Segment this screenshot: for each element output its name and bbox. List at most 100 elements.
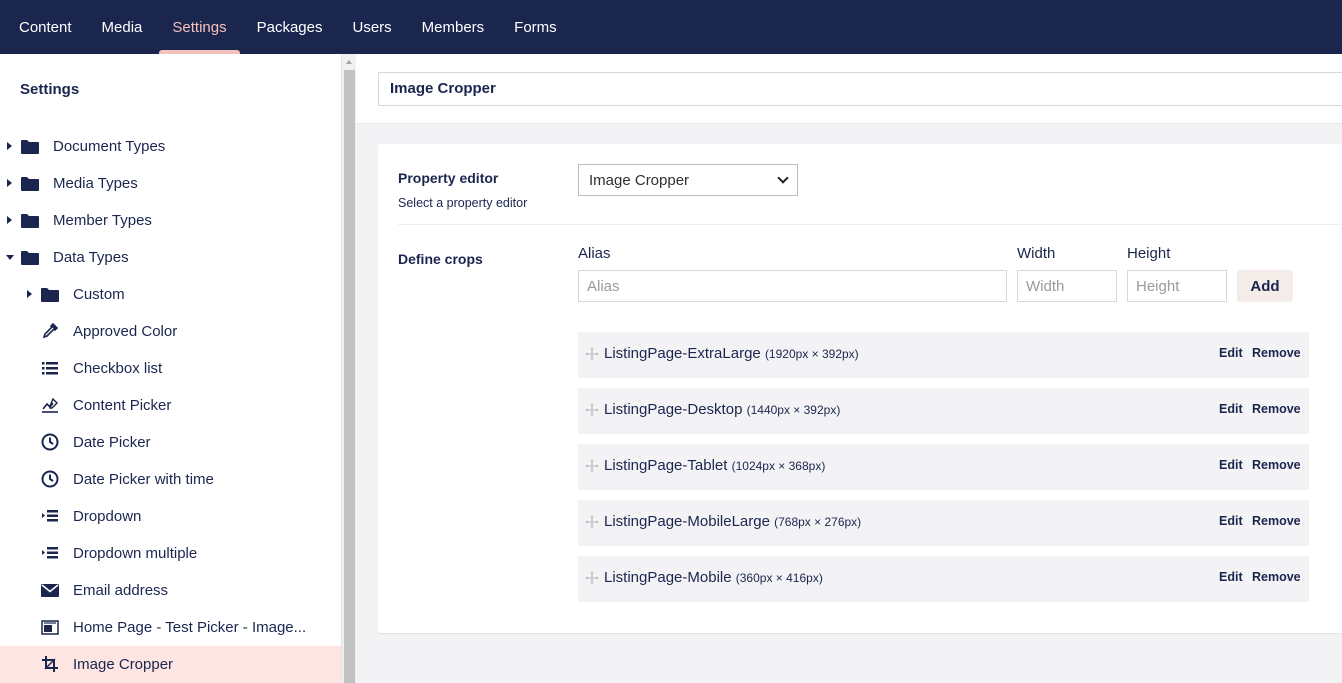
- define-crops-label: Define crops: [398, 251, 483, 267]
- drag-handle-icon[interactable]: [585, 515, 599, 529]
- scroll-up-arrow-icon[interactable]: [346, 60, 352, 64]
- content-picker-icon: [41, 397, 59, 413]
- tree-item-image-cropper[interactable]: Image Cropper: [0, 646, 341, 683]
- folder-icon: [41, 286, 59, 302]
- remove-crop-button[interactable]: Remove: [1252, 346, 1301, 360]
- crop-dimensions: (768px × 276px): [774, 515, 862, 529]
- top-navigation: Content Media Settings Packages Users Members…: [0, 0, 1342, 54]
- caret-right-icon[interactable]: [7, 142, 12, 150]
- remove-crop-button[interactable]: Remove: [1252, 570, 1301, 584]
- tree-item-dropdown-multiple[interactable]: Dropdown multiple: [0, 535, 341, 572]
- crop-row: ListingPage-MobileLarge (768px × 276px) …: [578, 500, 1309, 546]
- crop-name: ListingPage-Mobile (360px × 416px): [604, 569, 823, 586]
- crop-dimensions: (1440px × 392px): [746, 403, 841, 417]
- tab-settings[interactable]: Settings: [157, 0, 241, 54]
- clock-icon: [41, 470, 59, 488]
- property-editor-selected-value: Image Cropper: [589, 171, 690, 189]
- tree-item-checkbox-list[interactable]: Checkbox list: [0, 350, 341, 387]
- dropdown-icon: [41, 508, 59, 524]
- tree-item-dropdown[interactable]: Dropdown: [0, 498, 341, 535]
- sidebar: Settings Document Types Media Types Member…: [0, 54, 341, 683]
- tree-item-approved-color[interactable]: Approved Color: [0, 313, 341, 350]
- tree-item-member-types[interactable]: Member Types: [0, 202, 341, 239]
- folder-icon: [21, 175, 39, 191]
- settings-tree: Document Types Media Types Member Types Dat…: [0, 128, 341, 683]
- caret-right-icon[interactable]: [7, 216, 12, 224]
- tree-item-label: Image Cropper: [73, 656, 174, 673]
- tree-item-label: Date Picker: [73, 434, 151, 451]
- drag-handle-icon[interactable]: [585, 571, 599, 585]
- crop-alias: ListingPage-Tablet: [604, 457, 728, 474]
- media-picker-icon: [41, 619, 59, 635]
- remove-crop-button[interactable]: Remove: [1252, 458, 1301, 472]
- height-input[interactable]: [1127, 270, 1227, 302]
- alias-label: Alias: [578, 245, 611, 262]
- tree-item-content-picker[interactable]: Content Picker: [0, 387, 341, 424]
- crop-icon: [41, 656, 59, 672]
- property-editor-label: Property editor: [398, 170, 499, 186]
- tab-packages[interactable]: Packages: [242, 0, 338, 54]
- chevron-down-icon: [777, 172, 789, 184]
- edit-crop-button[interactable]: Edit: [1219, 458, 1243, 472]
- sidebar-scrollbar[interactable]: [341, 54, 356, 683]
- tree-item-document-types[interactable]: Document Types: [0, 128, 341, 165]
- crop-name: ListingPage-MobileLarge (768px × 276px): [604, 513, 861, 530]
- caret-right-icon[interactable]: [7, 179, 12, 187]
- crop-list: ListingPage-ExtraLarge (1920px × 392px) …: [578, 332, 1309, 612]
- section-tabs: Content Media Settings Packages Users Members…: [0, 0, 572, 54]
- remove-crop-button[interactable]: Remove: [1252, 514, 1301, 528]
- tab-users[interactable]: Users: [337, 0, 406, 54]
- height-label: Height: [1127, 245, 1171, 262]
- remove-crop-button[interactable]: Remove: [1252, 402, 1301, 416]
- crop-alias: ListingPage-MobileLarge: [604, 513, 770, 530]
- tree-item-label: Member Types: [53, 212, 152, 229]
- tree-item-label: Home Page - Test Picker - Image...: [73, 619, 307, 636]
- add-crop-button[interactable]: Add: [1237, 270, 1293, 302]
- sidebar-title: Settings: [20, 81, 80, 98]
- tree-item-custom[interactable]: Custom: [0, 276, 341, 313]
- tab-forms[interactable]: Forms: [499, 0, 572, 54]
- crop-name: ListingPage-Desktop (1440px × 392px): [604, 401, 840, 418]
- edit-crop-button[interactable]: Edit: [1219, 570, 1243, 584]
- tree-item-home-page-test-picker-image[interactable]: Home Page - Test Picker - Image...: [0, 609, 341, 646]
- property-editor-select[interactable]: Image Cropper: [578, 164, 798, 196]
- caret-right-icon[interactable]: [27, 290, 32, 298]
- crop-name: ListingPage-ExtraLarge (1920px × 392px): [604, 345, 859, 362]
- crop-row: ListingPage-ExtraLarge (1920px × 392px) …: [578, 332, 1309, 378]
- caret-down-icon[interactable]: [6, 255, 14, 260]
- tab-media[interactable]: Media: [87, 0, 158, 54]
- editor-panel: Property editor Select a property editor…: [378, 144, 1342, 633]
- edit-crop-button[interactable]: Edit: [1219, 514, 1243, 528]
- tree-item-label: Custom: [73, 286, 125, 303]
- folder-icon: [21, 212, 39, 228]
- crop-row: ListingPage-Desktop (1440px × 392px) Edi…: [578, 388, 1309, 434]
- tab-members[interactable]: Members: [407, 0, 500, 54]
- tree-item-media-types[interactable]: Media Types: [0, 165, 341, 202]
- data-type-name-input[interactable]: Image Cropper: [378, 72, 1342, 106]
- eyedropper-icon: [41, 323, 59, 339]
- crop-alias: ListingPage-Mobile: [604, 569, 732, 586]
- crop-dimensions: (1024px × 368px): [731, 459, 826, 473]
- drag-handle-icon[interactable]: [585, 459, 599, 473]
- crop-dimensions: (1920px × 392px): [764, 347, 859, 361]
- drag-handle-icon[interactable]: [585, 403, 599, 417]
- list-icon: [41, 360, 59, 376]
- width-input[interactable]: [1017, 270, 1117, 302]
- crop-row: ListingPage-Tablet (1024px × 368px) Edit…: [578, 444, 1309, 490]
- edit-crop-button[interactable]: Edit: [1219, 346, 1243, 360]
- scroll-thumb[interactable]: [344, 70, 355, 683]
- tree-item-email-address[interactable]: Email address: [0, 572, 341, 609]
- tree-item-data-types[interactable]: Data Types: [0, 239, 341, 276]
- divider: [398, 224, 1342, 225]
- folder-icon: [21, 249, 39, 265]
- tree-item-label: Data Types: [53, 249, 129, 266]
- dropdown-icon: [41, 545, 59, 561]
- tree-item-label: Approved Color: [73, 323, 178, 340]
- tab-content[interactable]: Content: [4, 0, 87, 54]
- edit-crop-button[interactable]: Edit: [1219, 402, 1243, 416]
- drag-handle-icon[interactable]: [585, 347, 599, 361]
- tree-item-date-picker[interactable]: Date Picker: [0, 424, 341, 461]
- tree-item-date-picker-with-time[interactable]: Date Picker with time: [0, 461, 341, 498]
- envelope-icon: [41, 582, 59, 598]
- alias-input[interactable]: [578, 270, 1007, 302]
